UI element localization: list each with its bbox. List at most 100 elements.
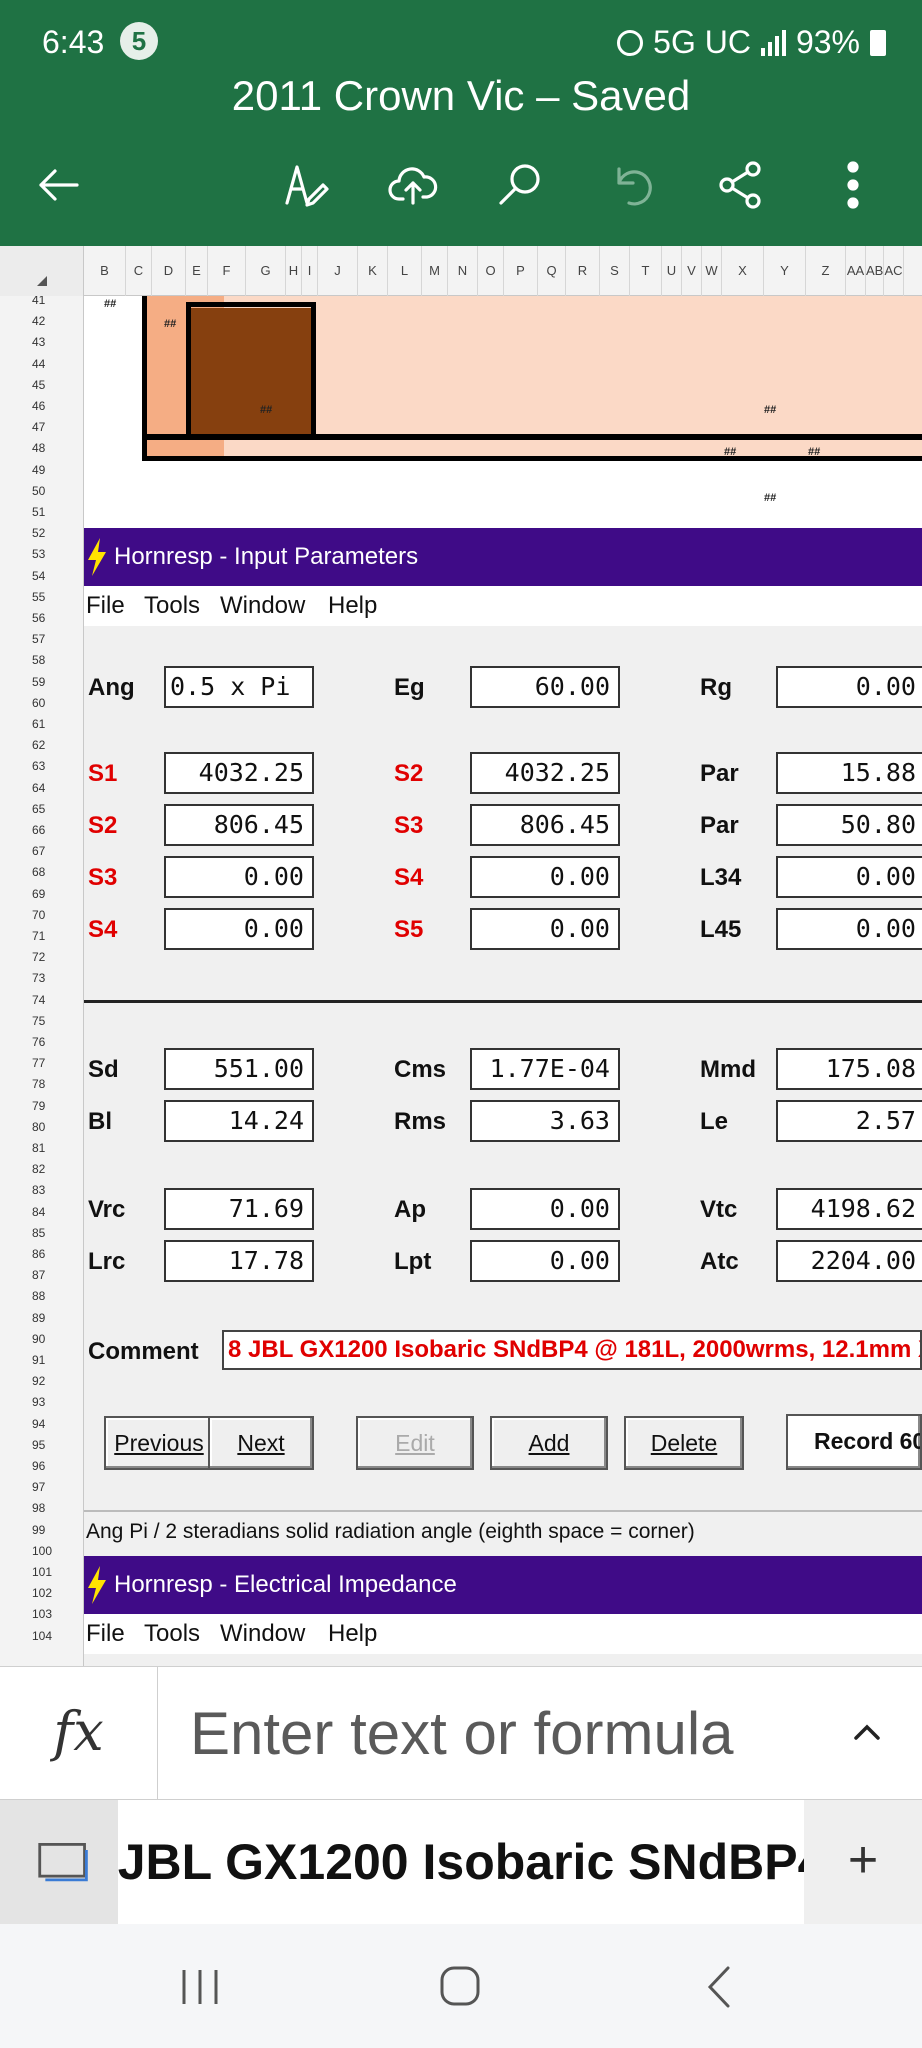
column-header-cell[interactable]: S xyxy=(600,246,630,296)
s2-field[interactable]: 4032.25 xyxy=(470,752,620,794)
undo-button[interactable] xyxy=(596,150,666,220)
par-field[interactable]: 15.88 xyxy=(776,752,922,794)
row-header-cell[interactable]: 80 xyxy=(0,1117,83,1138)
row-header-cell[interactable]: 97 xyxy=(0,1477,83,1498)
row-header-cell[interactable]: 102 xyxy=(0,1583,83,1604)
column-header-cell[interactable]: M xyxy=(422,246,448,296)
row-header-cell[interactable]: 51 xyxy=(0,502,83,523)
row-header-cell[interactable]: 52 xyxy=(0,523,83,544)
row-header-cell[interactable]: 81 xyxy=(0,1138,83,1159)
column-header-cell[interactable]: I xyxy=(302,246,318,296)
row-header-cell[interactable]: 92 xyxy=(0,1371,83,1392)
row-header-cell[interactable]: 78 xyxy=(0,1074,83,1095)
column-header-cell[interactable]: G xyxy=(246,246,286,296)
row-header-cell[interactable]: 72 xyxy=(0,947,83,968)
row-header-cell[interactable]: 49 xyxy=(0,460,83,481)
row-header-cell[interactable]: 53 xyxy=(0,544,83,565)
row-header-cell[interactable]: 94 xyxy=(0,1414,83,1435)
edit-button[interactable]: Edit xyxy=(356,1416,474,1470)
row-header-cell[interactable]: 43 xyxy=(0,332,83,353)
column-header-cell[interactable]: L xyxy=(388,246,422,296)
row-header-cell[interactable]: 63 xyxy=(0,756,83,777)
menu-file[interactable]: File xyxy=(86,1614,125,1654)
rms-field[interactable]: 3.63 xyxy=(470,1100,620,1142)
previous-button[interactable]: Previous xyxy=(104,1416,214,1470)
lrc-field[interactable]: 17.78 xyxy=(164,1240,314,1282)
comment-field[interactable]: 8 JBL GX1200 Isobaric SNdBP4 @ 181L, 200… xyxy=(222,1330,922,1370)
column-header-cell[interactable]: AB xyxy=(866,246,884,296)
row-header-cell[interactable]: 100 xyxy=(0,1541,83,1562)
row-header-cell[interactable]: 77 xyxy=(0,1053,83,1074)
atc-field[interactable]: 2204.00 xyxy=(776,1240,922,1282)
column-header-cell[interactable]: Y xyxy=(764,246,806,296)
back-nav-icon[interactable] xyxy=(690,1964,750,2010)
formula-input[interactable] xyxy=(190,1693,830,1773)
row-header-cell[interactable]: 45 xyxy=(0,375,83,396)
column-header-cell[interactable]: Z xyxy=(806,246,846,296)
row-header-cell[interactable]: 89 xyxy=(0,1308,83,1329)
rg-field[interactable]: 0.00 xyxy=(776,666,922,708)
row-header-cell[interactable]: 47 xyxy=(0,417,83,438)
menu-tools[interactable]: Tools xyxy=(144,586,200,626)
row-header-cell[interactable]: 99 xyxy=(0,1520,83,1541)
row-header-cell[interactable]: 76 xyxy=(0,1032,83,1053)
row-header-cell[interactable]: 48 xyxy=(0,438,83,459)
column-header-cell[interactable]: U xyxy=(662,246,682,296)
ap-field[interactable]: 0.00 xyxy=(470,1188,620,1230)
row-header-cell[interactable]: 70 xyxy=(0,905,83,926)
row-header-cell[interactable]: 91 xyxy=(0,1350,83,1371)
menu-window[interactable]: Window xyxy=(220,1614,305,1654)
menu-window[interactable]: Window xyxy=(220,586,305,626)
draw-button[interactable] xyxy=(270,150,340,220)
column-header-cell[interactable]: V xyxy=(682,246,702,296)
row-header-cell[interactable]: 68 xyxy=(0,862,83,883)
row-header-cell[interactable]: 44 xyxy=(0,354,83,375)
overflow-cell[interactable]: ## xyxy=(764,404,776,416)
row-header-cell[interactable]: 58 xyxy=(0,650,83,671)
row-header-cell[interactable]: 79 xyxy=(0,1096,83,1117)
sd-field[interactable]: 551.00 xyxy=(164,1048,314,1090)
l34-field[interactable]: 0.00 xyxy=(776,856,922,898)
row-header-cell[interactable]: 60 xyxy=(0,693,83,714)
vrc-field[interactable]: 71.69 xyxy=(164,1188,314,1230)
next-button[interactable]: Next xyxy=(208,1416,314,1470)
row-header-cell[interactable]: 74 xyxy=(0,990,83,1011)
row-header-cell[interactable]: 56 xyxy=(0,608,83,629)
row-header-cell[interactable]: 90 xyxy=(0,1329,83,1350)
add-button[interactable]: Add xyxy=(490,1416,608,1470)
row-header-cell[interactable]: 73 xyxy=(0,968,83,989)
sheet-switcher-button[interactable] xyxy=(0,1800,118,1924)
column-header-cell[interactable]: O xyxy=(478,246,504,296)
le-field[interactable]: 2.57 xyxy=(776,1100,922,1142)
s3-field[interactable]: 806.45 xyxy=(470,804,620,846)
row-header-cell[interactable]: 69 xyxy=(0,884,83,905)
menu-tools[interactable]: Tools xyxy=(144,1614,200,1654)
row-header-cell[interactable]: 101 xyxy=(0,1562,83,1583)
row-header-cell[interactable]: 87 xyxy=(0,1265,83,1286)
s2-field[interactable]: 806.45 xyxy=(164,804,314,846)
row-header-cell[interactable]: 103 xyxy=(0,1604,83,1625)
row-header-cell[interactable]: 62 xyxy=(0,735,83,756)
row-header-cell[interactable]: 86 xyxy=(0,1244,83,1265)
row-header-cell[interactable]: 50 xyxy=(0,481,83,502)
column-header-cell[interactable]: F xyxy=(208,246,246,296)
add-sheet-button[interactable]: + xyxy=(804,1800,922,1924)
overflow-cell[interactable]: ## xyxy=(260,404,272,416)
row-header-cell[interactable]: 88 xyxy=(0,1286,83,1307)
eg-field[interactable]: 60.00 xyxy=(470,666,620,708)
menu-file[interactable]: File xyxy=(86,586,125,626)
row-header-cell[interactable]: 84 xyxy=(0,1202,83,1223)
overflow-cell[interactable]: ## xyxy=(104,298,116,310)
menu-help[interactable]: Help xyxy=(328,1614,377,1654)
share-button[interactable] xyxy=(706,150,776,220)
menu-help[interactable]: Help xyxy=(328,586,377,626)
search-button[interactable] xyxy=(486,150,556,220)
column-header-cell[interactable]: R xyxy=(566,246,600,296)
active-sheet-tab[interactable]: 8 JBL GX1200 Isobaric SNdBP4 xyxy=(118,1800,804,1924)
column-header-cell[interactable]: X xyxy=(722,246,764,296)
sheet-grid[interactable]: ## x ## ## ## ## ## ## ## Hornresp - Inp… xyxy=(84,296,922,1666)
column-header-cell[interactable]: N xyxy=(448,246,478,296)
home-icon[interactable] xyxy=(430,1964,490,2010)
row-header-cell[interactable]: 59 xyxy=(0,672,83,693)
s4-field[interactable]: 0.00 xyxy=(164,908,314,950)
